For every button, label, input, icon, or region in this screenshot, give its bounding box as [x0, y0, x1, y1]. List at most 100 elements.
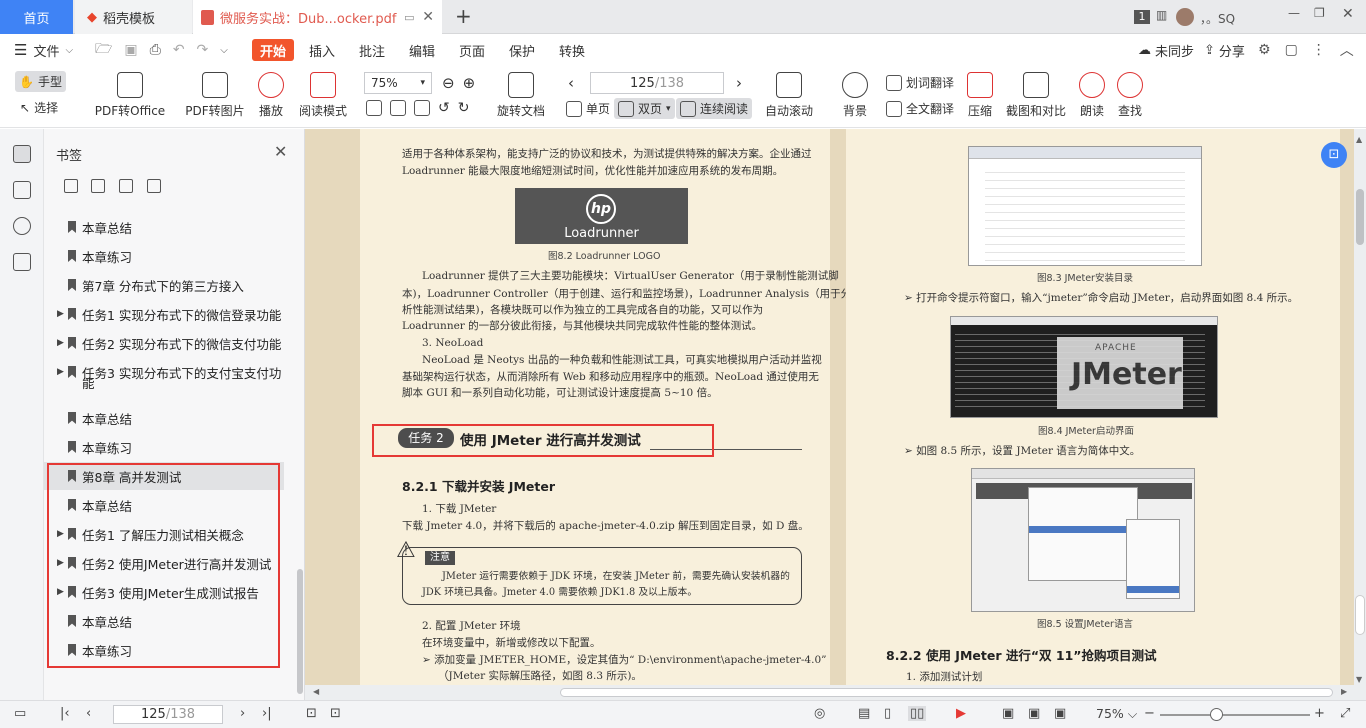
tab-document[interactable]: 微服务实战：Dub...ocker.pdf ▭ ✕ — [193, 0, 442, 34]
menu-file[interactable]: ☰ 文件 ⌵ — [14, 39, 73, 61]
attachment-icon[interactable] — [13, 217, 31, 235]
rotate-document-button[interactable]: 旋转文档 — [495, 72, 547, 119]
bookmark-item[interactable]: 本章总结 — [44, 213, 284, 241]
bookmark-item[interactable]: 能 — [44, 374, 284, 391]
bookmark-icon[interactable] — [147, 179, 161, 193]
fit-width-icon[interactable] — [414, 100, 430, 116]
bookmark-item[interactable]: 本章总结 — [44, 404, 284, 432]
print-icon[interactable]: ⎙ — [150, 42, 161, 58]
expand-arrow-icon[interactable]: ▶ — [57, 309, 64, 319]
pdf-to-office-button[interactable]: PDF转Office — [92, 72, 168, 119]
bookmark-item[interactable]: ▶ 任务2 实现分布式下的微信支付功能 — [44, 329, 284, 357]
fullscreen-icon[interactable]: ⤢ — [1340, 706, 1350, 721]
settings-icon[interactable]: ⚙ — [1258, 42, 1271, 58]
zoom-select[interactable]: 75% ▾ — [364, 72, 432, 94]
prev-view-icon[interactable]: ⊡ — [306, 706, 317, 721]
status-page-input[interactable]: 125/138 — [113, 705, 223, 724]
close-icon[interactable]: ✕ — [274, 142, 287, 161]
user-name[interactable]: ，。SQ — [1200, 10, 1235, 27]
prev-page-icon[interactable]: ‹ — [568, 74, 574, 92]
fit-page-icon[interactable]: ▣ — [1028, 706, 1040, 721]
prev-page-icon[interactable]: ‹ — [86, 706, 91, 721]
more-icon[interactable]: ⌵ — [220, 45, 228, 56]
continuous-read-button[interactable]: 连续阅读 — [676, 98, 753, 119]
full-translate-button[interactable]: 全文翻译 — [886, 100, 954, 117]
redo-icon[interactable]: ↷ — [197, 42, 209, 58]
rotate-left-icon[interactable]: ↺ — [438, 100, 450, 116]
tab-home[interactable]: 首页 — [0, 0, 73, 34]
single-page-button[interactable]: 单页 — [566, 100, 610, 117]
collapse-ribbon-icon[interactable]: ︿ — [1340, 40, 1354, 60]
fit-page-icon[interactable] — [390, 100, 406, 116]
background-button[interactable]: 背景 — [838, 72, 872, 119]
play-button[interactable]: 播放 — [255, 72, 287, 119]
select-tool-button[interactable]: ↖ 选择 — [20, 99, 58, 116]
scroll-right-icon[interactable]: ▶ — [1341, 687, 1347, 696]
zoom-slider-knob[interactable] — [1210, 708, 1223, 721]
window-count-badge[interactable]: 1 — [1134, 10, 1150, 24]
scroll-down-icon[interactable]: ▼ — [1356, 675, 1362, 684]
first-page-icon[interactable]: |‹ — [60, 706, 70, 721]
horizontal-scrollbar[interactable]: ◀ ▶ — [305, 685, 1354, 700]
bookmark-panel-icon[interactable] — [13, 145, 31, 163]
menu-start[interactable]: 开始 — [252, 39, 295, 61]
restore-icon[interactable]: ❐ — [1314, 6, 1325, 20]
sync-status[interactable]: ☁ 未同步 — [1138, 39, 1194, 61]
actual-size-icon[interactable]: ▣ — [1002, 706, 1014, 721]
read-mode-button[interactable]: 阅读模式 — [297, 72, 349, 119]
menu-edit[interactable]: 编辑 — [409, 39, 435, 61]
page-number-input[interactable]: 125/138 — [590, 72, 724, 94]
bookmark-item[interactable]: 本章练习 — [44, 242, 284, 270]
bookmark-scrollbar[interactable] — [297, 569, 303, 694]
next-page-icon[interactable]: › — [736, 74, 742, 92]
hand-tool-button[interactable]: ✋ 手型 — [15, 71, 66, 92]
pdf-to-image-button[interactable]: PDF转图片 — [185, 72, 245, 119]
scroll-up-icon[interactable]: ▲ — [1356, 135, 1362, 144]
menu-convert[interactable]: 转换 — [559, 39, 585, 61]
continuous-view-icon[interactable]: ▤ — [858, 706, 870, 721]
expand-arrow-icon[interactable]: ▶ — [57, 338, 64, 348]
monitor-icon[interactable]: ▭ — [404, 11, 414, 24]
play-icon[interactable]: ▶ — [956, 706, 966, 721]
auto-scroll-button[interactable]: 自动滚动 — [760, 72, 818, 119]
hscroll-thumb[interactable] — [560, 688, 1333, 697]
panel-toggle-icon[interactable]: ▭ — [14, 706, 26, 721]
zoom-in-icon[interactable]: + — [1314, 706, 1325, 721]
signature-icon[interactable] — [13, 253, 31, 271]
zoom-out-icon[interactable]: − — [1144, 706, 1155, 721]
actual-size-icon[interactable] — [366, 100, 382, 116]
collapse-all-icon[interactable] — [91, 179, 105, 193]
scroll-left-icon[interactable]: ◀ — [313, 687, 319, 696]
find-button[interactable]: 查找 — [1116, 72, 1144, 119]
bookmark-item[interactable]: 第7章 分布式下的第三方接入 — [44, 271, 284, 299]
scroll-thumb[interactable] — [1356, 189, 1364, 245]
menu-protect[interactable]: 保护 — [509, 39, 535, 61]
avatar[interactable] — [1176, 8, 1194, 26]
float-tool-icon[interactable]: ⊡ — [1321, 142, 1347, 168]
fit-width-icon[interactable]: ▣ — [1054, 706, 1066, 721]
single-view-icon[interactable]: ▯ — [884, 706, 891, 721]
share-button[interactable]: ⇪ 分享 — [1204, 39, 1245, 61]
bookmark-item[interactable]: ▶ 任务1 实现分布式下的微信登录功能 — [44, 300, 284, 328]
menu-insert[interactable]: 插入 — [309, 39, 335, 61]
compress-button[interactable]: 压缩 — [966, 72, 994, 119]
close-window-icon[interactable]: ✕ — [1342, 6, 1354, 22]
zoom-out-icon[interactable]: ⊖ — [442, 74, 455, 92]
zoom-slider[interactable] — [1160, 714, 1310, 716]
message-icon[interactable]: ▢ — [1285, 42, 1298, 58]
add-bookmark-icon[interactable] — [119, 179, 133, 193]
minimize-icon[interactable]: — — [1288, 6, 1300, 20]
next-view-icon[interactable]: ⊡ — [330, 706, 341, 721]
zoom-in-icon[interactable]: ⊕ — [463, 74, 476, 92]
open-icon[interactable]: 🗁 — [95, 38, 112, 62]
double-page-button[interactable]: 双页 ▾ — [614, 98, 675, 119]
menu-comment[interactable]: 批注 — [359, 39, 385, 61]
read-aloud-button[interactable]: 朗读 — [1078, 72, 1106, 119]
save-icon[interactable]: ▣ — [124, 42, 137, 58]
more-dots-icon[interactable]: ⋮ — [1312, 42, 1326, 58]
new-tab-icon[interactable]: + — [455, 4, 472, 28]
tab-template[interactable]: ◆ 稻壳模板 — [75, 0, 192, 34]
vertical-scrollbar[interactable]: ▲ ▼ — [1354, 129, 1366, 700]
close-tab-icon[interactable]: ✕ — [422, 9, 434, 25]
undo-icon[interactable]: ↶ — [173, 42, 185, 58]
